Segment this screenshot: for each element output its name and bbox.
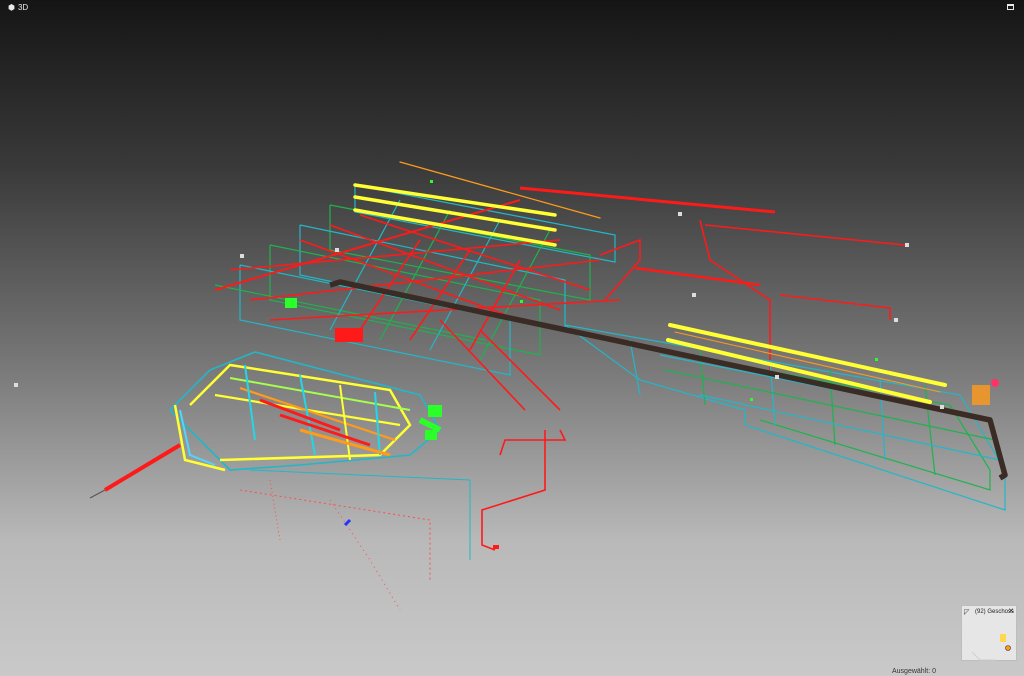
3d-viewport[interactable]: ⬢ 3D ◸ (92) Geschoss ✕ Ausgewählt: 0 [0,0,1024,676]
view-title: 3D [17,2,29,12]
close-icon[interactable]: ✕ [1008,607,1014,615]
minimap-model-thumbnail [971,634,1011,661]
maximize-button[interactable] [1007,4,1024,10]
view-title-area: ⬢ 3D [0,3,28,12]
navigation-minimap[interactable]: ◸ (92) Geschoss ✕ [961,605,1017,661]
3d-model-scene[interactable] [0,0,1024,676]
maximize-icon [1007,4,1014,10]
upper-yellow-cable-trays [353,161,601,247]
right-yellow-cable-trays [666,323,947,404]
right-pipe-platform [564,324,1006,511]
view-titlebar: ⬢ 3D [0,0,1024,14]
selection-status: Ausgewählt: 0 [892,668,936,675]
lower-pipe-network [239,469,471,611]
cube-icon: ⬢ [8,2,15,12]
pin-icon[interactable]: ◸ [964,608,969,616]
